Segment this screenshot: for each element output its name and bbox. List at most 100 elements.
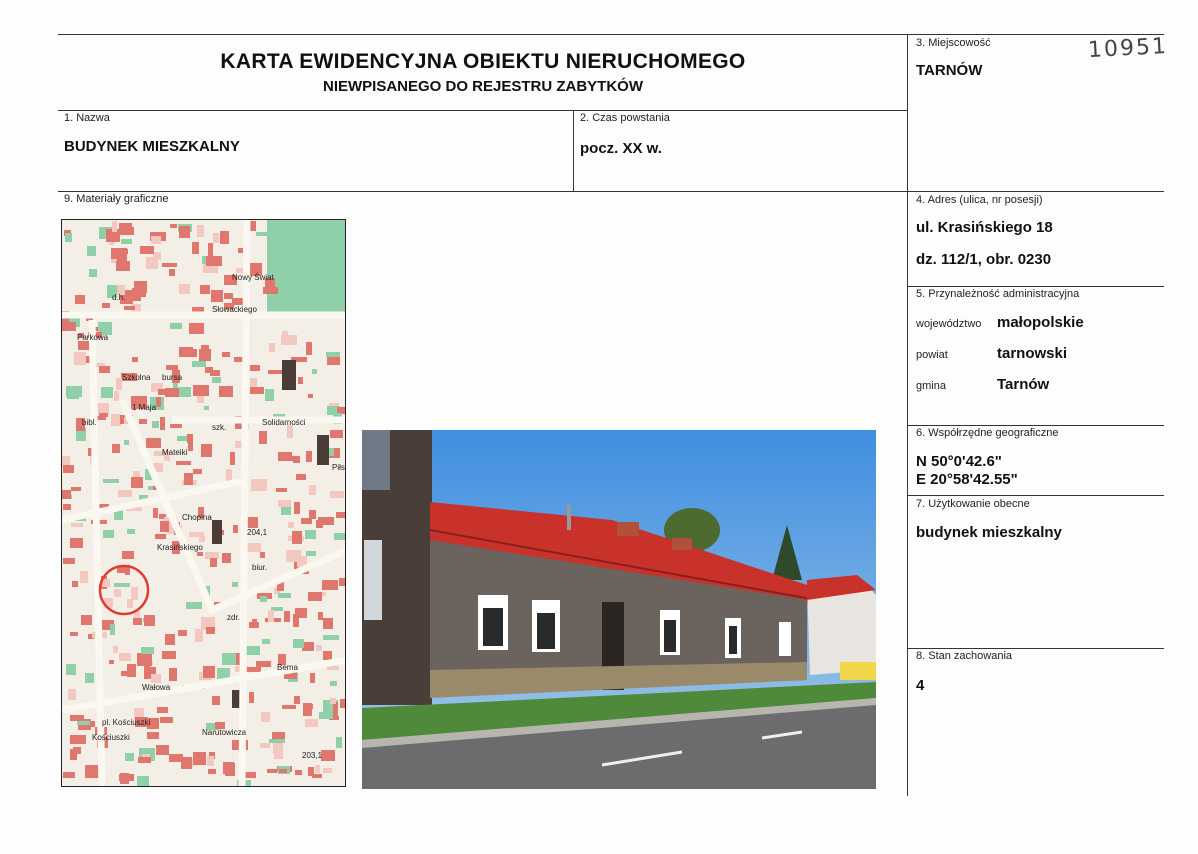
map-block xyxy=(219,386,233,397)
map-block xyxy=(318,612,323,620)
map-block xyxy=(127,599,133,608)
map-block xyxy=(162,651,176,659)
map-block xyxy=(132,357,138,362)
wspolrzedne-e: E 20°58'42.55" xyxy=(916,471,1018,488)
divider-header xyxy=(58,110,908,111)
map-block xyxy=(305,530,316,539)
map-block xyxy=(179,387,191,397)
map-block xyxy=(85,765,99,778)
map-block xyxy=(230,452,235,465)
map-block xyxy=(303,703,312,716)
map-block xyxy=(179,284,190,294)
map-block xyxy=(212,377,221,383)
map-block xyxy=(113,249,128,254)
map-block xyxy=(293,639,304,648)
map-block xyxy=(87,246,96,256)
map-block xyxy=(211,290,223,302)
map-block xyxy=(284,611,290,622)
map-block xyxy=(207,756,214,766)
map-block xyxy=(99,413,108,417)
map-street-label: bibl. xyxy=(82,418,97,427)
map-street-label: pl. Kościuszki xyxy=(102,718,151,727)
map-block xyxy=(160,521,169,532)
stan-label: 8. Stan zachowania xyxy=(916,650,1013,662)
map-block xyxy=(138,757,151,763)
map-block xyxy=(256,232,271,236)
map-block xyxy=(220,231,229,244)
map-block xyxy=(278,452,292,461)
map-block xyxy=(116,261,130,271)
map-block xyxy=(201,444,212,457)
map-block xyxy=(294,502,300,514)
map-block xyxy=(249,692,254,703)
map-block xyxy=(102,303,110,308)
map-street-label: Wałowa xyxy=(142,683,171,692)
map-block xyxy=(250,365,260,371)
map-street-label: 203,1 xyxy=(302,751,323,760)
map-block xyxy=(70,715,84,721)
map-block xyxy=(193,469,202,474)
map-block xyxy=(160,417,165,430)
divider-przynaleznosc xyxy=(908,286,1164,287)
map-block xyxy=(323,651,332,660)
map-block xyxy=(310,673,315,683)
map-block xyxy=(306,551,316,556)
map-street-label: Parkowa xyxy=(77,333,109,342)
map-block xyxy=(268,610,274,622)
map-block xyxy=(119,653,131,661)
map-street-label: Kościuszki xyxy=(92,733,130,742)
map-block xyxy=(190,349,197,357)
map-street-label: Chopina xyxy=(182,513,212,522)
map-block xyxy=(114,583,130,587)
map-block xyxy=(279,769,287,773)
map-block xyxy=(293,614,299,627)
map-block xyxy=(151,674,161,683)
map-block xyxy=(121,239,132,244)
map-block xyxy=(222,553,231,563)
map-block xyxy=(298,377,303,384)
map-block xyxy=(110,624,115,635)
map-block xyxy=(111,414,121,426)
materialy-label: 9. Materiały graficzne xyxy=(64,193,169,205)
map-block xyxy=(63,558,75,564)
divider-wspolrzedne xyxy=(908,425,1164,426)
miejscowosc-value: TARNÓW xyxy=(916,62,983,79)
map-block xyxy=(222,352,230,357)
map-block xyxy=(323,635,339,640)
map-block xyxy=(261,712,270,722)
map-block xyxy=(330,491,344,498)
map-street-label: Szkolna xyxy=(122,373,151,382)
map-block xyxy=(81,615,92,625)
record-card: KARTA EWIDENCYJNA OBIEKTU NIERUCHOMEGO N… xyxy=(0,0,1198,854)
map-block xyxy=(318,517,334,525)
map-block xyxy=(193,385,209,396)
top-border xyxy=(58,34,1164,35)
map-block xyxy=(330,681,337,686)
map-street-label: zdr. xyxy=(227,613,240,622)
czas-value: pocz. XX w. xyxy=(580,140,662,157)
map-block xyxy=(288,522,294,528)
map-block xyxy=(337,407,345,414)
map-block xyxy=(170,224,177,228)
map-block xyxy=(119,774,134,781)
map-block xyxy=(146,257,158,269)
map-street-label: biur. xyxy=(252,563,267,572)
map-block xyxy=(306,451,312,462)
map-block xyxy=(72,581,78,587)
map-block xyxy=(63,772,75,778)
map-block xyxy=(178,630,187,636)
map-block xyxy=(162,263,177,267)
map-block xyxy=(66,386,82,397)
map-block xyxy=(204,406,209,410)
map-block xyxy=(133,618,142,625)
map-block xyxy=(340,699,345,708)
map-block xyxy=(153,508,158,518)
map-block xyxy=(308,767,314,776)
map-street-label: Solidarności xyxy=(262,418,306,427)
map-street-label: 1 Maja xyxy=(132,403,157,412)
map-block xyxy=(260,743,270,748)
map-block xyxy=(250,387,264,394)
map-block xyxy=(62,456,70,466)
map-block xyxy=(203,666,215,678)
map-block xyxy=(103,530,114,538)
